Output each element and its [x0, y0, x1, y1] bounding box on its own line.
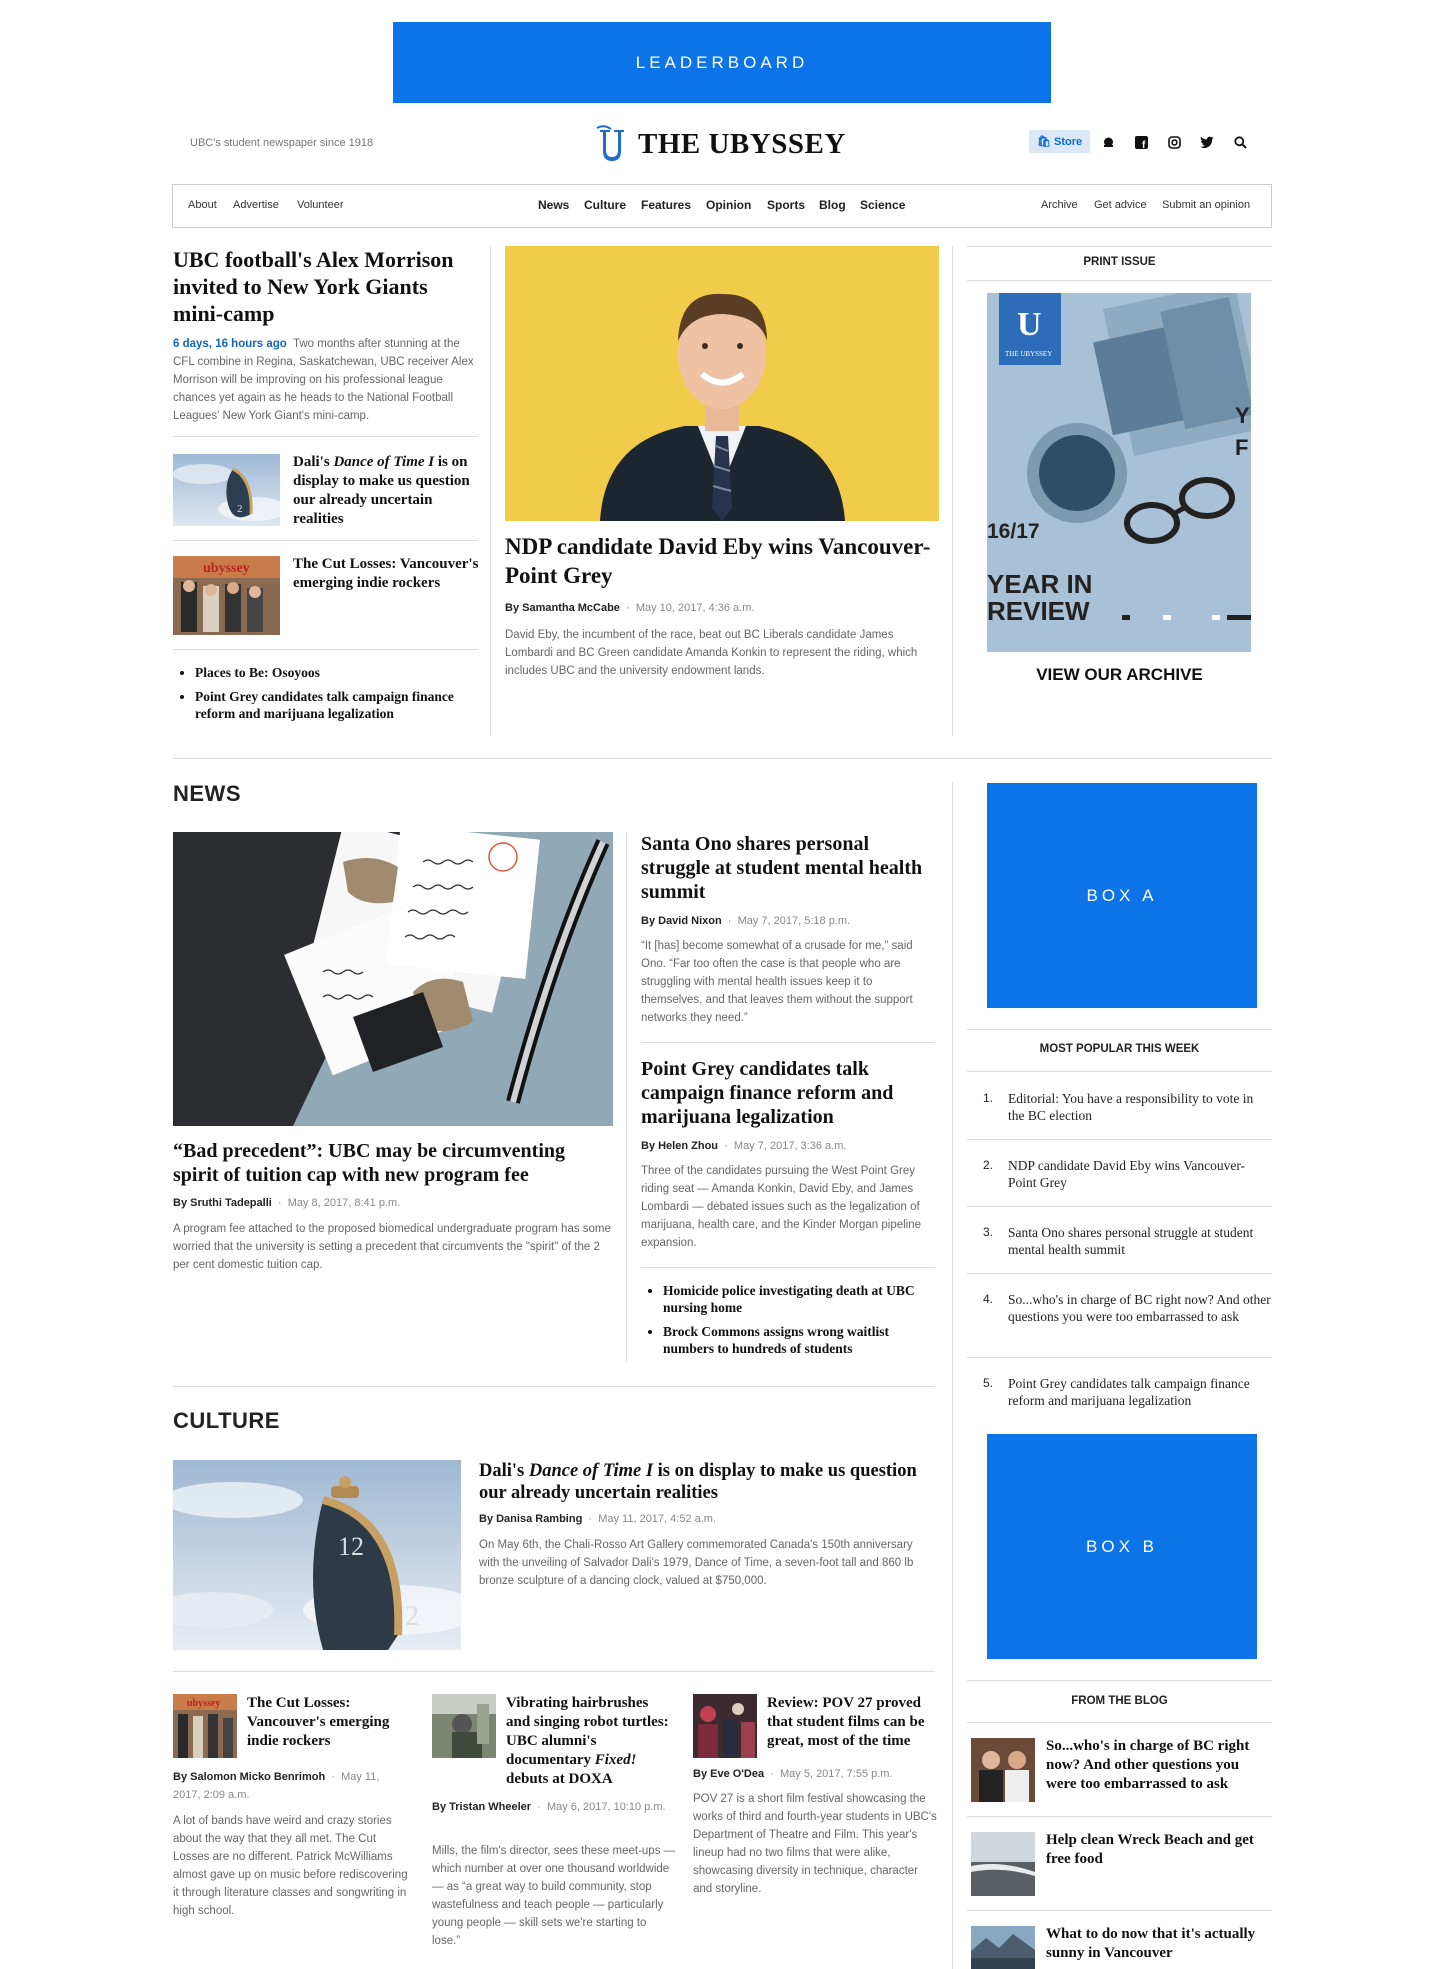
print-issue-cover[interactable]: U THE UBYSSEY Y F 16/17 YEAR IN REVIEW: [987, 293, 1251, 652]
twitter-icon[interactable]: [1199, 134, 1215, 150]
culture-card-1-excerpt: A lot of bands have weird and crazy stor…: [173, 1815, 408, 1917]
news-lead-excerpt: A program fee attached to the proposed b…: [173, 1223, 611, 1271]
top-bullet-list: Places to Be: Osoyoos Point Grey candida…: [173, 664, 478, 729]
culture-card-3-excerpt: POV 27 is a short film festival showcasi…: [693, 1793, 937, 1895]
nav-advertise[interactable]: Advertise: [233, 199, 279, 211]
blog-item-2-title[interactable]: Help clean Wreck Beach and get free food: [1046, 1831, 1272, 1869]
svg-text:12: 12: [338, 1532, 364, 1561]
nav-blog[interactable]: Blog: [819, 198, 846, 212]
culture-card-3-title[interactable]: Review: POV 27 proved that student films…: [767, 1694, 937, 1751]
from-the-blog-heading: FROM THE BLOG: [1071, 1695, 1168, 1707]
culture-card-2-excerpt: Mills, the film's director, sees these m…: [432, 1845, 676, 1947]
view-archive-link[interactable]: VIEW OUR ARCHIVE: [967, 665, 1272, 685]
nav-get-advice[interactable]: Get advice: [1094, 199, 1147, 211]
box-b-ad[interactable]: BOX B: [987, 1434, 1257, 1659]
list-item[interactable]: Homicide police investigating death at U…: [663, 1282, 935, 1316]
news-story-1-meta: By David Nixon · May 7, 2017, 5:18 p.m.: [641, 915, 851, 927]
culture-card-2-thumb[interactable]: [432, 1694, 496, 1758]
nav-about[interactable]: About: [188, 199, 217, 211]
list-item[interactable]: Places to Be: Osoyoos: [195, 664, 478, 681]
culture-card-3-meta: By Eve O'Dea · May 5, 2017, 7:55 p.m.: [693, 1768, 893, 1780]
culture-lead-title[interactable]: Dali's Dance of Time I is on display to …: [479, 1460, 939, 1504]
culture-heading: CULTURE: [173, 1408, 280, 1433]
top-story-title[interactable]: UBC football's Alex Morrison invited to …: [173, 246, 473, 327]
nav-submit-opinion[interactable]: Submit an opinion: [1162, 199, 1250, 211]
svg-text:F: F: [1235, 435, 1248, 460]
site-title: THE UBYSSEY: [638, 127, 846, 160]
nav-news[interactable]: News: [538, 198, 569, 212]
most-popular-heading: MOST POPULAR THIS WEEK: [1039, 1043, 1200, 1055]
news-story-1-title[interactable]: Santa Ono shares personal struggle at st…: [641, 832, 931, 904]
culture-card-2-title[interactable]: Vibrating hairbrushes and singing robot …: [506, 1694, 676, 1789]
culture-lead-meta: By Danisa Rambing · May 11, 2017, 4:52 a…: [479, 1513, 717, 1525]
svg-text:2: 2: [237, 503, 243, 515]
feature-excerpt: David Eby, the incumbent of the race, be…: [505, 629, 918, 677]
feature-author: By Samantha McCabe: [505, 602, 620, 614]
blog-item-3-title[interactable]: What to do now that it's actually sunny …: [1046, 1925, 1272, 1963]
feature-title[interactable]: NDP candidate David Eby wins Vancouver-P…: [505, 532, 939, 590]
blog-item-3-thumb[interactable]: [971, 1926, 1035, 1969]
nav-archive[interactable]: Archive: [1041, 199, 1078, 211]
news-lead-title[interactable]: “Bad precedent”: UBC may be circumventin…: [173, 1139, 613, 1187]
news-story-2-excerpt: Three of the candidates pursuing the Wes…: [641, 1165, 922, 1249]
svg-text:Y: Y: [1235, 403, 1250, 428]
news-heading: NEWS: [173, 781, 241, 806]
culture-lead-photo[interactable]: 12 2: [173, 1460, 461, 1650]
svg-text:16/17: 16/17: [987, 520, 1040, 543]
svg-text:REVIEW: REVIEW: [987, 596, 1090, 626]
list-item[interactable]: Brock Commons assigns wrong waitlist num…: [663, 1323, 935, 1357]
top-story-time: 6 days, 16 hours ago: [173, 338, 287, 350]
news-lead-meta: By Sruthi Tadepalli · May 8, 2017, 8:41 …: [173, 1197, 401, 1209]
nav-opinion[interactable]: Opinion: [706, 198, 751, 212]
news-bullet-list: Homicide police investigating death at U…: [641, 1282, 935, 1364]
blog-item-1-title[interactable]: So...who's in charge of BC right now? An…: [1046, 1737, 1272, 1794]
leaderboard-ad[interactable]: LEADERBOARD: [393, 22, 1051, 103]
culture-lead-excerpt: On May 6th, the Chali-Rosso Art Gallery …: [479, 1539, 914, 1587]
nav-features[interactable]: Features: [641, 198, 691, 212]
culture-card-3-thumb[interactable]: [693, 1694, 757, 1758]
store-button[interactable]: 🛍 Store: [1029, 130, 1091, 153]
feature-photo-eby[interactable]: [505, 246, 939, 521]
nav-sports[interactable]: Sports: [767, 198, 805, 212]
news-story-2-title[interactable]: Point Grey candidates talk campaign fina…: [641, 1057, 931, 1129]
nav-culture[interactable]: Culture: [584, 198, 626, 212]
thumb-dali-small[interactable]: 2: [173, 454, 280, 526]
box-a-ad[interactable]: BOX A: [987, 783, 1257, 1008]
blog-item-2-thumb[interactable]: [971, 1832, 1035, 1896]
svg-text:ubyssey: ubyssey: [203, 561, 250, 576]
list-item[interactable]: Point Grey candidates talk campaign fina…: [195, 688, 478, 722]
svg-text:YEAR IN: YEAR IN: [987, 569, 1092, 599]
thumb-story-1-title[interactable]: Dali's Dance of Time I is on display to …: [293, 453, 479, 529]
snapchat-icon[interactable]: [1100, 134, 1116, 150]
print-issue-heading: PRINT ISSUE: [1083, 256, 1156, 268]
search-icon[interactable]: [1232, 134, 1248, 150]
news-lead-illustration[interactable]: [173, 832, 613, 1126]
blog-item-1-thumb[interactable]: [971, 1738, 1035, 1802]
news-story-2-meta: By Helen Zhou · May 7, 2017, 3:36 a.m.: [641, 1140, 847, 1152]
nav-science[interactable]: Science: [860, 198, 905, 212]
culture-card-2-meta: By Tristan Wheeler · May 6, 2017, 10:10 …: [432, 1801, 666, 1813]
svg-text:2: 2: [405, 1601, 419, 1632]
facebook-icon[interactable]: f: [1133, 134, 1149, 150]
culture-card-1-meta: By Salomon Micko Benrimoh · May 11, 2017…: [173, 1771, 380, 1801]
svg-text:THE UBYSSEY: THE UBYSSEY: [1005, 350, 1052, 358]
ubyssey-logo-icon: [596, 125, 624, 161]
site-tagline: UBC's student newspaper since 1918: [190, 137, 374, 149]
thumb-story-2-title[interactable]: The Cut Losses: Vancouver's emerging ind…: [293, 555, 479, 593]
main-navigation: About Advertise Volunteer News Culture F…: [172, 184, 1272, 228]
top-story-excerpt: 6 days, 16 hours ago Two months after st…: [173, 338, 474, 422]
thumb-cut-losses-small[interactable]: ubyssey: [173, 556, 280, 635]
site-logo[interactable]: THE UBYSSEY: [594, 124, 846, 164]
svg-text:U: U: [1017, 306, 1042, 343]
instagram-icon[interactable]: [1166, 134, 1182, 150]
nav-volunteer[interactable]: Volunteer: [297, 199, 343, 211]
svg-text:ubyssey: ubyssey: [187, 1698, 220, 1709]
culture-card-1-title[interactable]: The Cut Losses: Vancouver's emerging ind…: [247, 1694, 407, 1751]
news-story-1-excerpt: “It [has] become somewhat of a crusade f…: [641, 940, 913, 1024]
feature-meta: By Samantha McCabe · May 10, 2017, 4:36 …: [505, 602, 755, 614]
culture-card-1-thumb[interactable]: ubyssey: [173, 1694, 237, 1758]
